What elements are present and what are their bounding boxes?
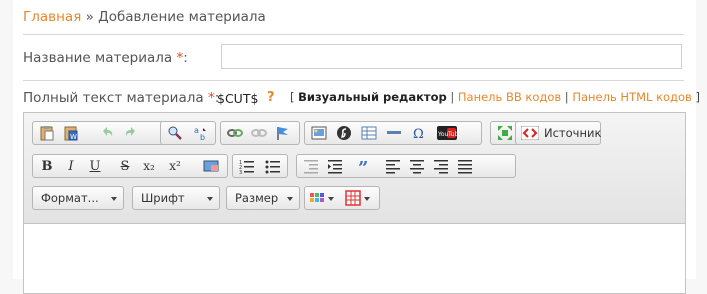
svg-text:a: a xyxy=(194,126,199,135)
text-label: Полный текст материала *: xyxy=(23,90,219,106)
title-label-text: Название материала xyxy=(23,50,177,66)
link-icon[interactable] xyxy=(225,124,245,142)
toolbar-group-lists: 123 xyxy=(232,154,288,178)
breadcrumb: Главная » Добавление материала xyxy=(23,9,266,25)
source-label: Источник xyxy=(544,126,602,140)
toolbar-group-alignment: ” xyxy=(296,154,516,178)
breadcrumb-home-link[interactable]: Главная xyxy=(23,9,81,25)
divider xyxy=(23,34,684,35)
outdent-icon[interactable] xyxy=(301,157,321,175)
help-link[interactable]: ? xyxy=(267,90,275,105)
undo-icon[interactable] xyxy=(97,124,117,142)
chevron-down-icon xyxy=(207,197,213,201)
source-button[interactable]: Источник xyxy=(515,121,601,145)
align-right-icon[interactable] xyxy=(431,157,451,175)
required-mark: * xyxy=(207,90,215,106)
svg-text:W: W xyxy=(70,133,77,141)
cut-tag[interactable]: $CUT$ xyxy=(217,91,258,106)
maximize-icon[interactable] xyxy=(495,124,515,142)
bracket: ] xyxy=(691,90,700,104)
title-label: Название материала *: xyxy=(23,50,188,66)
find-icon[interactable] xyxy=(165,124,185,142)
blockquote-icon[interactable]: ” xyxy=(355,157,375,175)
breadcrumb-current: Добавление материала xyxy=(98,9,266,25)
toolbar-group-find: ab xyxy=(160,121,216,145)
editor-toolbar: W ab Ω YouTube xyxy=(24,113,685,224)
unlink-icon[interactable] xyxy=(249,124,269,142)
separator: | xyxy=(561,90,573,104)
italic-button[interactable]: I xyxy=(61,157,81,175)
superscript-button[interactable]: x² xyxy=(165,157,185,175)
anchor-flag-icon[interactable] xyxy=(273,124,293,142)
colon: : xyxy=(183,50,188,66)
subscript-button[interactable]: x₂ xyxy=(139,157,159,175)
font-dropdown[interactable]: Шрифт xyxy=(132,186,220,210)
remove-format-icon[interactable] xyxy=(201,157,221,175)
separator: | xyxy=(446,90,458,104)
visual-editor-mode[interactable]: Визуальный редактор xyxy=(298,90,447,104)
svg-text:You: You xyxy=(437,131,449,138)
text-label-text: Полный текст материала xyxy=(23,90,208,106)
breadcrumb-separator: » xyxy=(81,9,99,25)
svg-text:b: b xyxy=(200,133,205,141)
content-panel: Главная » Добавление материала Название … xyxy=(13,0,700,294)
size-dropdown[interactable]: Размер xyxy=(226,186,300,210)
paste-word-icon[interactable]: W xyxy=(61,124,81,142)
chevron-down-icon xyxy=(287,197,293,201)
background-color-icon xyxy=(345,190,370,206)
replace-icon[interactable]: ab xyxy=(191,124,211,142)
chevron-down-icon xyxy=(111,197,117,201)
wysiwyg-editor: W ab Ω YouTube xyxy=(23,112,686,294)
align-left-icon[interactable] xyxy=(383,157,403,175)
youtube-icon[interactable]: YouTube xyxy=(436,124,458,142)
divider xyxy=(23,80,684,81)
redo-icon[interactable] xyxy=(121,124,141,142)
underline-button[interactable]: U xyxy=(85,157,105,175)
table-icon[interactable] xyxy=(359,124,379,142)
numbered-list-icon[interactable]: 123 xyxy=(237,157,257,175)
format-dropdown[interactable]: Формат... xyxy=(32,186,124,210)
source-code-icon xyxy=(520,125,540,143)
html-codes-mode-link[interactable]: Панель HTML кодов xyxy=(572,90,691,104)
toolbar-group-text-style: B I U S x₂ x² xyxy=(32,154,228,178)
toolbar-group-colors xyxy=(304,186,380,210)
paste-text-icon[interactable] xyxy=(37,124,57,142)
format-label: Формат... xyxy=(41,191,99,205)
svg-text:Tube: Tube xyxy=(447,131,457,138)
size-label: Размер xyxy=(235,191,279,205)
font-label: Шрифт xyxy=(141,191,185,205)
editor-content-area[interactable] xyxy=(24,224,685,293)
special-char-omega-icon[interactable]: Ω xyxy=(409,124,429,142)
bracket: [ xyxy=(290,90,299,104)
bold-button[interactable]: B xyxy=(37,157,57,175)
svg-text:”: ” xyxy=(358,158,368,174)
text-color-button[interactable] xyxy=(308,189,338,207)
background-color-button[interactable] xyxy=(343,189,375,207)
bulleted-list-icon[interactable] xyxy=(263,157,283,175)
flash-icon[interactable] xyxy=(334,124,354,142)
strikethrough-button[interactable]: S xyxy=(115,157,135,175)
text-color-icon xyxy=(310,193,334,202)
indent-icon[interactable] xyxy=(325,157,345,175)
bb-codes-mode-link[interactable]: Панель BB кодов xyxy=(458,90,561,104)
toolbar-group-insert: Ω YouTube xyxy=(304,121,482,145)
align-justify-icon[interactable] xyxy=(455,157,475,175)
editor-mode-switch: [ Визуальный редактор | Панель BB кодов … xyxy=(290,90,700,104)
svg-text:Ω: Ω xyxy=(413,127,424,141)
align-center-icon[interactable] xyxy=(407,157,427,175)
svg-text:3: 3 xyxy=(239,170,242,174)
image-icon[interactable] xyxy=(309,124,329,142)
toolbar-group-links xyxy=(220,121,300,145)
title-input[interactable] xyxy=(221,44,682,69)
horizontal-rule-icon[interactable] xyxy=(384,124,404,142)
toolbar-group-clipboard: W xyxy=(32,121,164,145)
